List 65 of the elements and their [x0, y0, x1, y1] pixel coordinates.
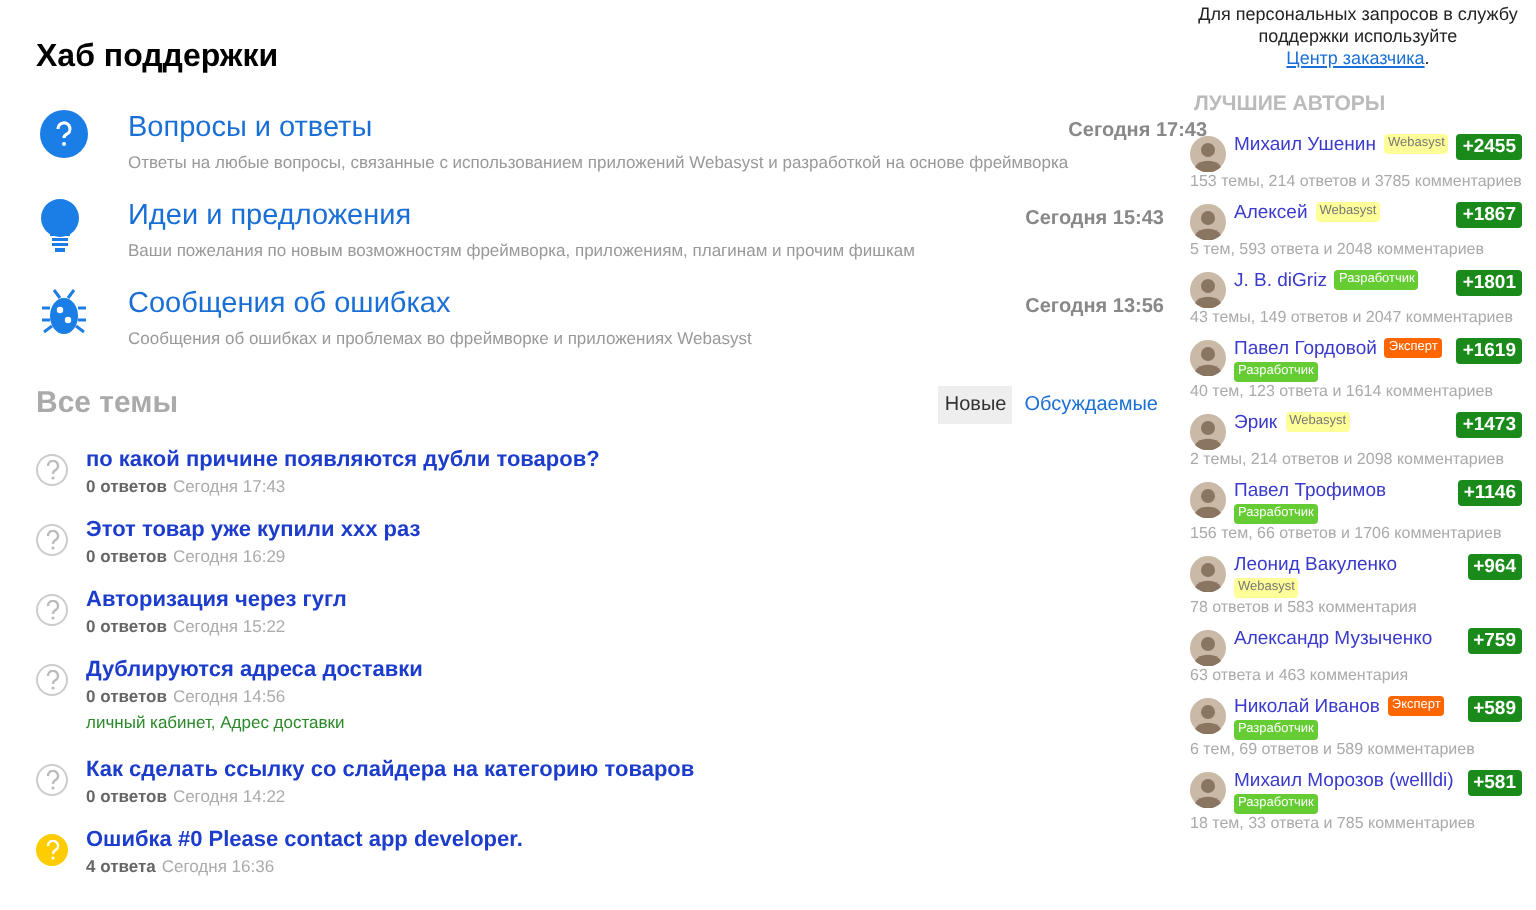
page-title: Хаб поддержки [36, 38, 281, 78]
score-badge: +1801 [1456, 269, 1522, 296]
hub-description: Сообщения об ошибках и проблемах во фреймворке и приложениях Webasyst [128, 325, 754, 351]
author-link[interactable]: Михаил Ушенин [1234, 133, 1376, 156]
topic-link[interactable]: Этот товар уже купили ххх раз [86, 517, 421, 544]
author-link[interactable]: Михаил Морозов (wellldi) [1234, 769, 1454, 792]
author-stats: 63 ответа и 463 комментария [1190, 665, 1411, 686]
sort-tab[interactable]: Обсуждаемые [1018, 386, 1164, 424]
author-link[interactable]: Алексей [1234, 201, 1308, 224]
author-stats: 5 тем, 593 ответа и 2048 комментариев [1190, 239, 1486, 260]
author-link[interactable]: Александр Музыченко [1234, 627, 1433, 650]
answer-count: 0 ответов [86, 475, 167, 498]
authors-heading: ЛУЧШИЕ АВТОРЫ [1192, 90, 1388, 120]
score-badge: +581 [1467, 769, 1522, 796]
hub-time: Сегодня 15:43 [1025, 205, 1164, 234]
author-link[interactable]: Эрик [1234, 411, 1278, 434]
author-link[interactable]: Павел Гордовой [1234, 337, 1377, 360]
customer-center-link[interactable]: Центр заказчика [1286, 48, 1425, 68]
author-stats: 2 темы, 214 ответов и 2098 комментариев [1190, 449, 1506, 470]
hub-description: Ответы на любые вопросы, связанные с использованием приложений Webasyst и разработкой на основе фреймворка [128, 150, 1069, 176]
topic-time: Сегодня 15:22 [172, 615, 286, 638]
author-stats: 6 тем, 69 ответов и 589 комментариев [1190, 739, 1477, 760]
score-badge: +1473 [1456, 411, 1522, 438]
score-badge: +759 [1467, 627, 1522, 654]
topic-tags[interactable]: личный кабинет, Адрес доставки [86, 711, 423, 734]
score-badge: +1146 [1457, 479, 1522, 506]
answer-count: 0 ответов [86, 785, 167, 808]
answer-count: 0 ответов [86, 615, 167, 638]
score-badge: +964 [1467, 553, 1522, 580]
answer-count: 4 ответа [86, 855, 156, 878]
topic-time: Сегодня 17:43 [172, 475, 286, 498]
hub-link[interactable]: Идеи и предложения [128, 197, 1026, 234]
topic-link[interactable]: Ошибка #0 Please contact app developer. [86, 827, 523, 854]
topic-link[interactable]: Авторизация через гугл [86, 587, 347, 614]
author-stats: 18 тем, 33 ответа и 785 комментариев [1190, 813, 1478, 834]
author-stats: 40 тем, 123 ответа и 1614 комментариев [1190, 381, 1495, 402]
author-stats: 153 темы, 214 ответов и 3785 комментариев [1190, 171, 1524, 192]
hub-link[interactable]: Вопросы и ответы [128, 110, 1069, 146]
hub-time: Сегодня 13:56 [1025, 293, 1164, 321]
sort-tab[interactable]: Новые [938, 386, 1013, 424]
hub-link[interactable]: Сообщения об ошибках [128, 285, 1026, 321]
author-link[interactable]: Леонид Вакуленко [1234, 553, 1398, 576]
author-link[interactable]: Николай Иванов [1234, 695, 1380, 718]
score-badge: +1619 [1456, 337, 1522, 364]
topic-link[interactable]: по какой причине появляются дубли товаров? [86, 447, 600, 474]
answer-count: 0 ответов [86, 685, 167, 708]
topic-link[interactable]: Как сделать ссылку со слайдера на категорию товаров [86, 757, 695, 784]
hub-description: Ваши пожелания по новым возможностям фреймворка, приложениям, плагинам и прочим фишкам [128, 237, 917, 263]
author-stats: 156 тем, 66 ответов и 1706 комментариев [1190, 523, 1504, 544]
topic-time: Сегодня 14:22 [172, 785, 286, 808]
section-heading: Все темы [36, 384, 179, 425]
author-stats: 78 ответов и 583 комментария [1190, 597, 1419, 618]
answer-count: 0 ответов [86, 545, 167, 568]
author-stats: 43 темы, 149 ответов и 2047 комментариев [1190, 307, 1515, 328]
topic-time: Сегодня 16:36 [161, 855, 275, 878]
score-badge: +1867 [1456, 201, 1522, 228]
support-notice: Для персональных запросов в службу поддержки используйте Центр заказчика. [1196, 4, 1520, 70]
topic-link[interactable]: Дублируются адреса доставки [86, 657, 423, 684]
author-link[interactable]: J. B. diGriz [1234, 269, 1327, 292]
hub-time: Сегодня 17:43 [1068, 118, 1208, 146]
score-badge: +2455 [1456, 133, 1522, 160]
score-badge: +589 [1467, 695, 1522, 722]
topic-time: Сегодня 14:56 [172, 685, 286, 708]
topic-time: Сегодня 16:29 [172, 545, 286, 568]
author-link[interactable]: Павел Трофимов [1234, 479, 1387, 502]
